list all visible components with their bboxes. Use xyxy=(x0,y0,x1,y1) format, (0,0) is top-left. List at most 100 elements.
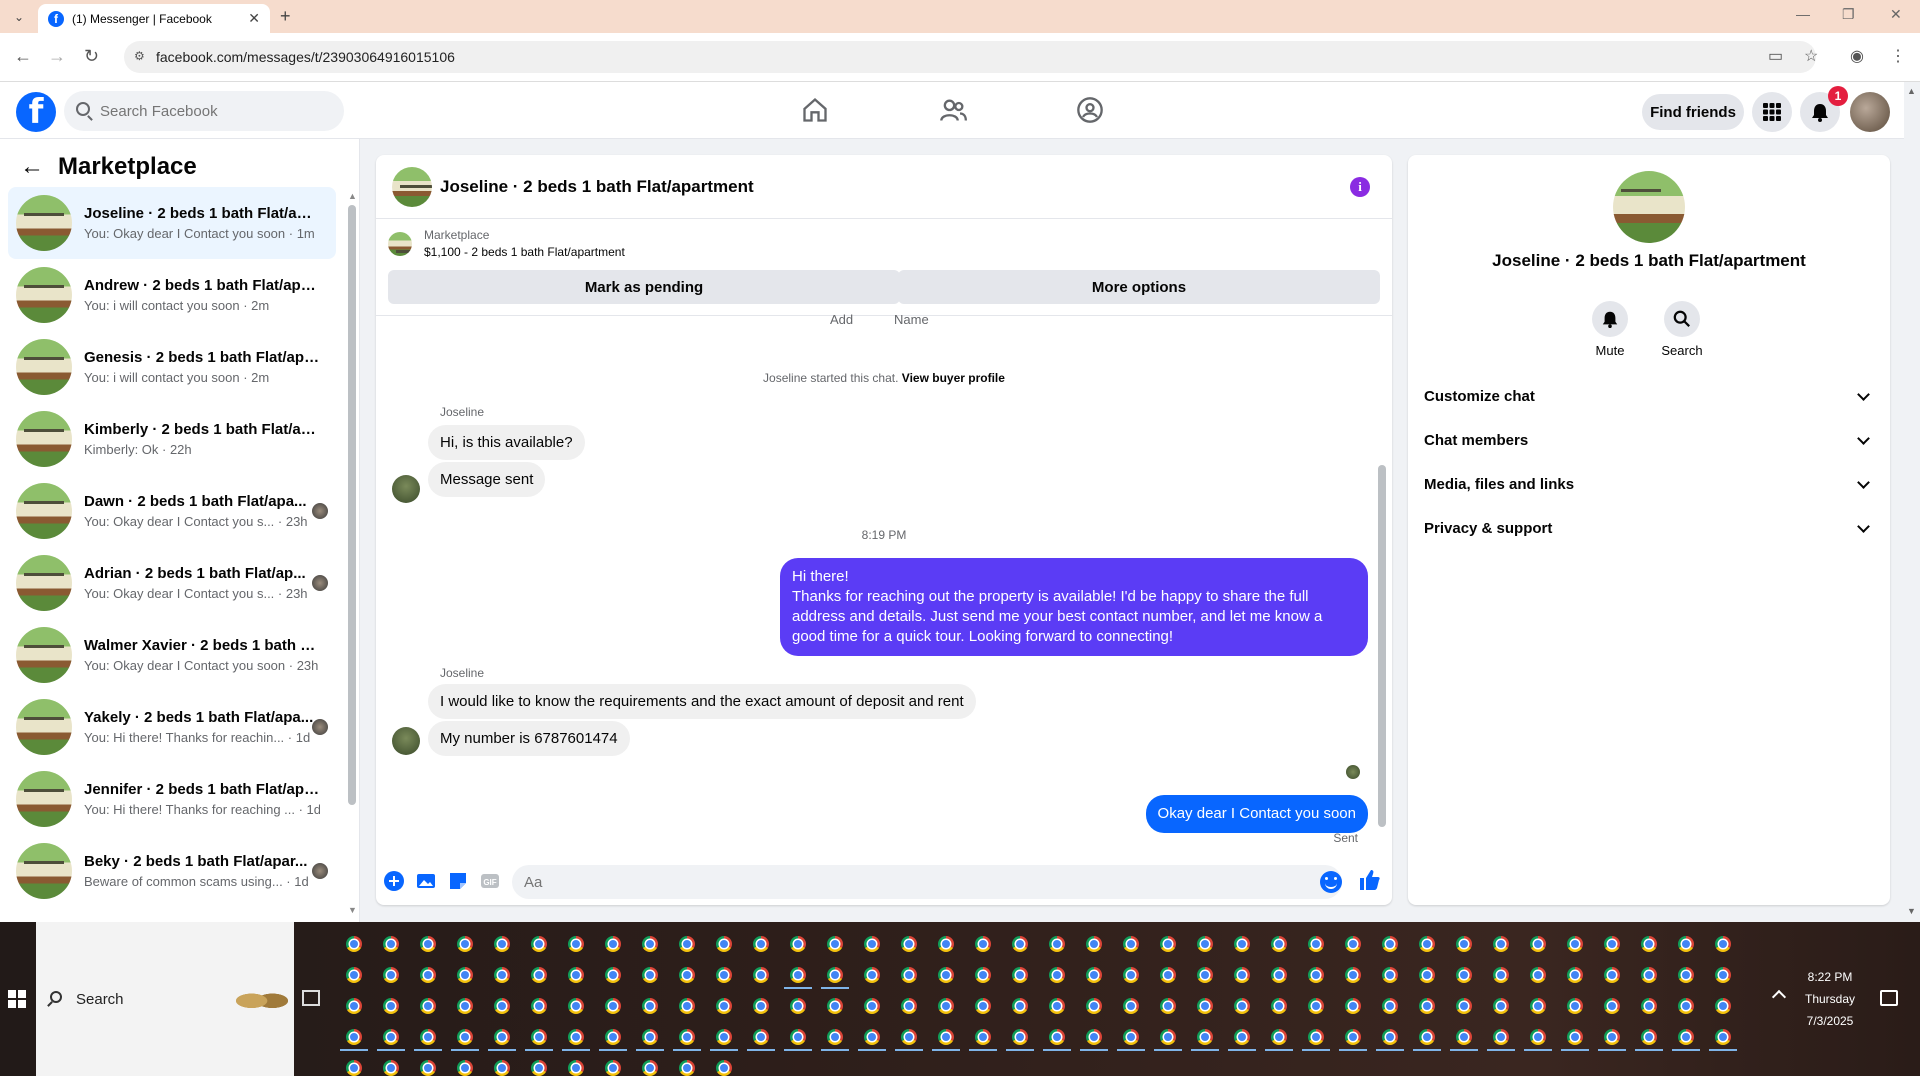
chrome-taskbar-icon[interactable] xyxy=(1493,936,1509,952)
chrome-taskbar-icon[interactable] xyxy=(679,967,695,983)
chrome-taskbar-icon[interactable] xyxy=(1493,1029,1509,1045)
chrome-taskbar-icon[interactable] xyxy=(1456,1029,1472,1045)
back-icon[interactable]: ← xyxy=(14,46,32,67)
chrome-taskbar-icon[interactable] xyxy=(1641,936,1657,952)
chrome-taskbar-icon[interactable] xyxy=(716,936,732,952)
chrome-taskbar-icon[interactable] xyxy=(346,1029,362,1045)
chrome-taskbar-icon[interactable] xyxy=(605,1029,621,1045)
chrome-taskbar-icon[interactable] xyxy=(1419,967,1435,983)
chrome-taskbar-icon[interactable] xyxy=(790,967,806,983)
chrome-taskbar-icon[interactable] xyxy=(1271,1029,1287,1045)
conversation-item[interactable]: Jennifer · 2 beds 1 bath Flat/apa... You:… xyxy=(8,763,336,835)
chrome-taskbar-icon[interactable] xyxy=(1012,1029,1028,1045)
message-input[interactable] xyxy=(512,865,1342,899)
conversation-item[interactable]: Kimberly · 2 beds 1 bath Flat/ap... Kimbe… xyxy=(8,403,336,475)
chrome-taskbar-icon[interactable] xyxy=(642,998,658,1014)
chrome-taskbar-icon[interactable] xyxy=(1567,967,1583,983)
chrome-taskbar-icon[interactable] xyxy=(1160,998,1176,1014)
forward-icon[interactable]: → xyxy=(48,46,66,67)
chrome-taskbar-icon[interactable] xyxy=(1678,1029,1694,1045)
incoming-message[interactable]: Hi, is this available? xyxy=(428,425,585,460)
chrome-taskbar-icon[interactable] xyxy=(605,1060,621,1076)
chrome-taskbar-icon[interactable] xyxy=(642,1029,658,1045)
chrome-taskbar-icon[interactable] xyxy=(494,936,510,952)
chrome-taskbar-icon[interactable] xyxy=(1123,936,1139,952)
chrome-taskbar-icon[interactable] xyxy=(383,1029,399,1045)
conversation-item[interactable]: Andrew · 2 beds 1 bath Flat/apar... You: … xyxy=(8,259,336,331)
chrome-taskbar-icon[interactable] xyxy=(1456,967,1472,983)
marketplace-listing-bar[interactable]: Marketplace $1,100 - 2 beds 1 bath Flat/… xyxy=(388,227,625,261)
chrome-taskbar-icon[interactable] xyxy=(1197,936,1213,952)
mute-button[interactable]: Mute xyxy=(1580,301,1640,358)
notification-center-icon[interactable] xyxy=(1880,990,1898,1006)
chrome-taskbar-icon[interactable] xyxy=(1086,998,1102,1014)
chrome-taskbar-icon[interactable] xyxy=(1456,998,1472,1014)
chrome-taskbar-icon[interactable] xyxy=(1567,936,1583,952)
incoming-message[interactable]: I would like to know the requirements an… xyxy=(428,684,976,719)
chrome-taskbar-icon[interactable] xyxy=(494,998,510,1014)
chrome-taskbar-icon[interactable] xyxy=(975,936,991,952)
facebook-logo-icon[interactable]: f xyxy=(16,92,56,132)
chrome-taskbar-icon[interactable] xyxy=(1715,1029,1731,1045)
chrome-taskbar-icon[interactable] xyxy=(1012,998,1028,1014)
chrome-taskbar-icon[interactable] xyxy=(642,1060,658,1076)
info-icon[interactable]: i xyxy=(1350,177,1370,197)
profile-icon[interactable]: ◉ xyxy=(1850,46,1864,66)
chrome-taskbar-icon[interactable] xyxy=(1678,967,1694,983)
chrome-taskbar-icon[interactable] xyxy=(975,998,991,1014)
chrome-taskbar-icon[interactable] xyxy=(1604,1029,1620,1045)
chrome-taskbar-icon[interactable] xyxy=(1271,967,1287,983)
chrome-taskbar-icon[interactable] xyxy=(1049,967,1065,983)
chrome-taskbar-icon[interactable] xyxy=(1382,936,1398,952)
find-friends-button[interactable]: Find friends xyxy=(1642,94,1744,130)
chrome-taskbar-icon[interactable] xyxy=(605,967,621,983)
chrome-taskbar-icon[interactable] xyxy=(901,998,917,1014)
chrome-taskbar-icon[interactable] xyxy=(457,1029,473,1045)
privacy-support-row[interactable]: Privacy & support xyxy=(1424,510,1880,546)
chrome-taskbar-icon[interactable] xyxy=(1567,998,1583,1014)
address-bar[interactable]: ⚙ facebook.com/messages/t/23903064916015… xyxy=(124,41,1816,73)
facebook-search-input[interactable] xyxy=(100,102,320,120)
chrome-taskbar-icon[interactable] xyxy=(901,1029,917,1045)
bookmark-star-icon[interactable]: ☆ xyxy=(1804,46,1818,66)
chrome-taskbar-icon[interactable] xyxy=(938,998,954,1014)
chrome-taskbar-icon[interactable] xyxy=(716,1029,732,1045)
chrome-taskbar-icon[interactable] xyxy=(1271,936,1287,952)
chrome-taskbar-icon[interactable] xyxy=(420,936,436,952)
chrome-taskbar-icon[interactable] xyxy=(1530,967,1546,983)
chrome-taskbar-icon[interactable] xyxy=(642,967,658,983)
chrome-taskbar-icon[interactable] xyxy=(494,1029,510,1045)
chrome-taskbar-icon[interactable] xyxy=(901,967,917,983)
chrome-taskbar-icon[interactable] xyxy=(1493,967,1509,983)
chrome-taskbar-icon[interactable] xyxy=(753,967,769,983)
chrome-taskbar-icon[interactable] xyxy=(901,936,917,952)
conversation-item[interactable]: Dawn · 2 beds 1 bath Flat/apa... You: Oka… xyxy=(8,475,336,547)
chat-members-row[interactable]: Chat members xyxy=(1424,422,1880,458)
chrome-taskbar-icon[interactable] xyxy=(420,967,436,983)
chrome-taskbar-icon[interactable] xyxy=(346,936,362,952)
chrome-taskbar-icon[interactable] xyxy=(716,1060,732,1076)
chrome-taskbar-icon[interactable] xyxy=(1604,967,1620,983)
chrome-taskbar-icon[interactable] xyxy=(1419,1029,1435,1045)
chrome-taskbar-icon[interactable] xyxy=(1197,1029,1213,1045)
mark-as-pending-button[interactable]: Mark as pending xyxy=(388,270,900,304)
chrome-taskbar-icon[interactable] xyxy=(1197,998,1213,1014)
chrome-taskbar-icon[interactable] xyxy=(568,998,584,1014)
chrome-taskbar-icon[interactable] xyxy=(531,967,547,983)
scroll-down-arrow-icon[interactable]: ▼ xyxy=(348,905,357,915)
chrome-taskbar-icon[interactable] xyxy=(568,1060,584,1076)
chrome-taskbar-icon[interactable] xyxy=(1382,998,1398,1014)
chrome-taskbar-icon[interactable] xyxy=(975,1029,991,1045)
page-scroll-up-icon[interactable]: ▲ xyxy=(1907,86,1916,96)
chrome-taskbar-icon[interactable] xyxy=(938,936,954,952)
search-in-chat-button[interactable]: Search xyxy=(1652,301,1712,358)
chrome-taskbar-icon[interactable] xyxy=(1567,1029,1583,1045)
chrome-taskbar-icon[interactable] xyxy=(1308,1029,1324,1045)
minimize-icon[interactable]: — xyxy=(1796,6,1810,22)
chrome-taskbar-icon[interactable] xyxy=(716,967,732,983)
conversation-item[interactable]: Yakely · 2 beds 1 bath Flat/apa... You: H… xyxy=(8,691,336,763)
chrome-taskbar-icon[interactable] xyxy=(938,967,954,983)
back-arrow-icon[interactable]: ← xyxy=(20,153,44,181)
chrome-taskbar-icon[interactable] xyxy=(1012,936,1028,952)
chrome-taskbar-icon[interactable] xyxy=(494,1060,510,1076)
